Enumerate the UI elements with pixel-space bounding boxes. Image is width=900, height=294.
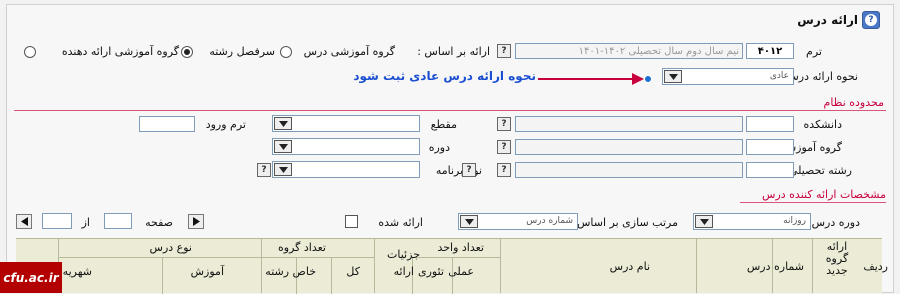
- section-system-limits: محدوده نظام: [823, 96, 884, 109]
- chevron-down-icon: [695, 215, 713, 228]
- term-name-input: [515, 43, 743, 59]
- of-label: از: [81, 216, 90, 229]
- col-group-count: تعداد گروه: [278, 241, 326, 254]
- col-new-group: ارائه گروه جدید: [825, 240, 849, 277]
- edu-group-code-input[interactable]: [746, 139, 794, 155]
- col-practical: عملی: [448, 265, 474, 278]
- course-period-select[interactable]: روزانه: [693, 213, 811, 230]
- page-title: ارائه درس: [797, 13, 858, 27]
- sort-select[interactable]: شماره درس: [458, 213, 578, 230]
- radio-course-group-label: گروه آموزشی درس: [303, 45, 395, 58]
- level-select[interactable]: [272, 115, 420, 132]
- chevron-down-icon: [274, 117, 292, 130]
- col-row: ردیف: [863, 260, 888, 273]
- entry-term-label: ترم ورود: [205, 118, 246, 131]
- col-tuition: شهریه: [62, 265, 92, 278]
- cfu-logo: cfu.ac.ir: [0, 262, 62, 293]
- chevron-down-icon: [274, 140, 292, 153]
- divider: [14, 110, 886, 111]
- sort-label: مرتب سازی بر اساس: [577, 216, 678, 229]
- field-lookup-button[interactable]: ?: [497, 163, 511, 177]
- program-type-help-button[interactable]: ?: [257, 163, 271, 177]
- section-provider: مشخصات ارائه کننده درس: [762, 188, 886, 201]
- col-offer: ارائه: [393, 265, 414, 278]
- annotation-text: نحوه ارائه درس عادی ثبت شود: [353, 69, 536, 83]
- field-name-input: [515, 162, 743, 178]
- divider: [740, 202, 886, 203]
- period-select[interactable]: [272, 138, 420, 155]
- radio-field-syllabus[interactable]: [181, 46, 193, 58]
- col-course-name: نام درس: [609, 260, 650, 273]
- col-education: آموزش: [190, 265, 224, 278]
- col-details: جزئیات: [387, 248, 420, 261]
- program-type-lookup-button[interactable]: ?: [462, 163, 476, 177]
- annotation-dot-icon: [644, 75, 652, 83]
- period-label: دوره: [428, 141, 450, 154]
- radio-provider-group-label: گروه آموزشی ارائه دهنده: [61, 45, 179, 58]
- radio-field-syllabus-label: سرفصل رشته: [209, 45, 275, 58]
- col-course-number: شماره درس: [746, 260, 804, 273]
- entry-term-input[interactable]: [139, 116, 195, 132]
- faculty-label: دانشکده: [803, 118, 842, 131]
- offer-method-label: نحوه ارائه درس: [785, 70, 858, 83]
- faculty-name-input: [515, 116, 743, 132]
- offer-basis-label: ارائه بر اساس :: [417, 45, 490, 58]
- course-period-label: دوره درس: [811, 216, 860, 229]
- page-total-input: [42, 213, 72, 229]
- faculty-lookup-button[interactable]: ?: [497, 117, 511, 131]
- offer-method-select[interactable]: عادی: [662, 68, 794, 85]
- faculty-code-input[interactable]: [746, 116, 794, 132]
- radio-provider-group[interactable]: [24, 46, 36, 58]
- chevron-down-icon: [460, 215, 478, 228]
- next-page-button[interactable]: [188, 214, 204, 229]
- edu-group-name-input: [515, 139, 743, 155]
- field-code-input[interactable]: [746, 162, 794, 178]
- page-label: صفحه: [145, 216, 173, 229]
- term-code-input[interactable]: [746, 43, 794, 59]
- col-theory: تئوری: [418, 265, 444, 278]
- term-lookup-button[interactable]: ?: [497, 44, 511, 58]
- offered-checkbox[interactable]: [345, 215, 358, 228]
- field-label: رشته تحصیلی: [788, 164, 852, 177]
- col-course-type: نوع درس: [149, 241, 192, 254]
- prev-page-button[interactable]: [16, 214, 32, 229]
- term-label: ترم: [806, 45, 822, 58]
- col-total: کل: [346, 265, 360, 278]
- level-label: مقطع: [430, 118, 457, 131]
- program-type-select[interactable]: [272, 161, 420, 178]
- annotation-arrow-icon: [538, 73, 644, 85]
- chevron-down-icon: [274, 163, 292, 176]
- radio-course-group[interactable]: [280, 46, 292, 58]
- help-icon[interactable]: ?: [862, 11, 880, 29]
- edu-group-lookup-button[interactable]: ?: [497, 140, 511, 154]
- chevron-down-icon: [664, 70, 682, 83]
- col-units: تعداد واحد: [437, 241, 484, 254]
- col-specific-field: خاص رشته: [265, 265, 316, 278]
- offered-label: ارائه شده: [378, 216, 423, 229]
- page-number-input[interactable]: [104, 213, 132, 229]
